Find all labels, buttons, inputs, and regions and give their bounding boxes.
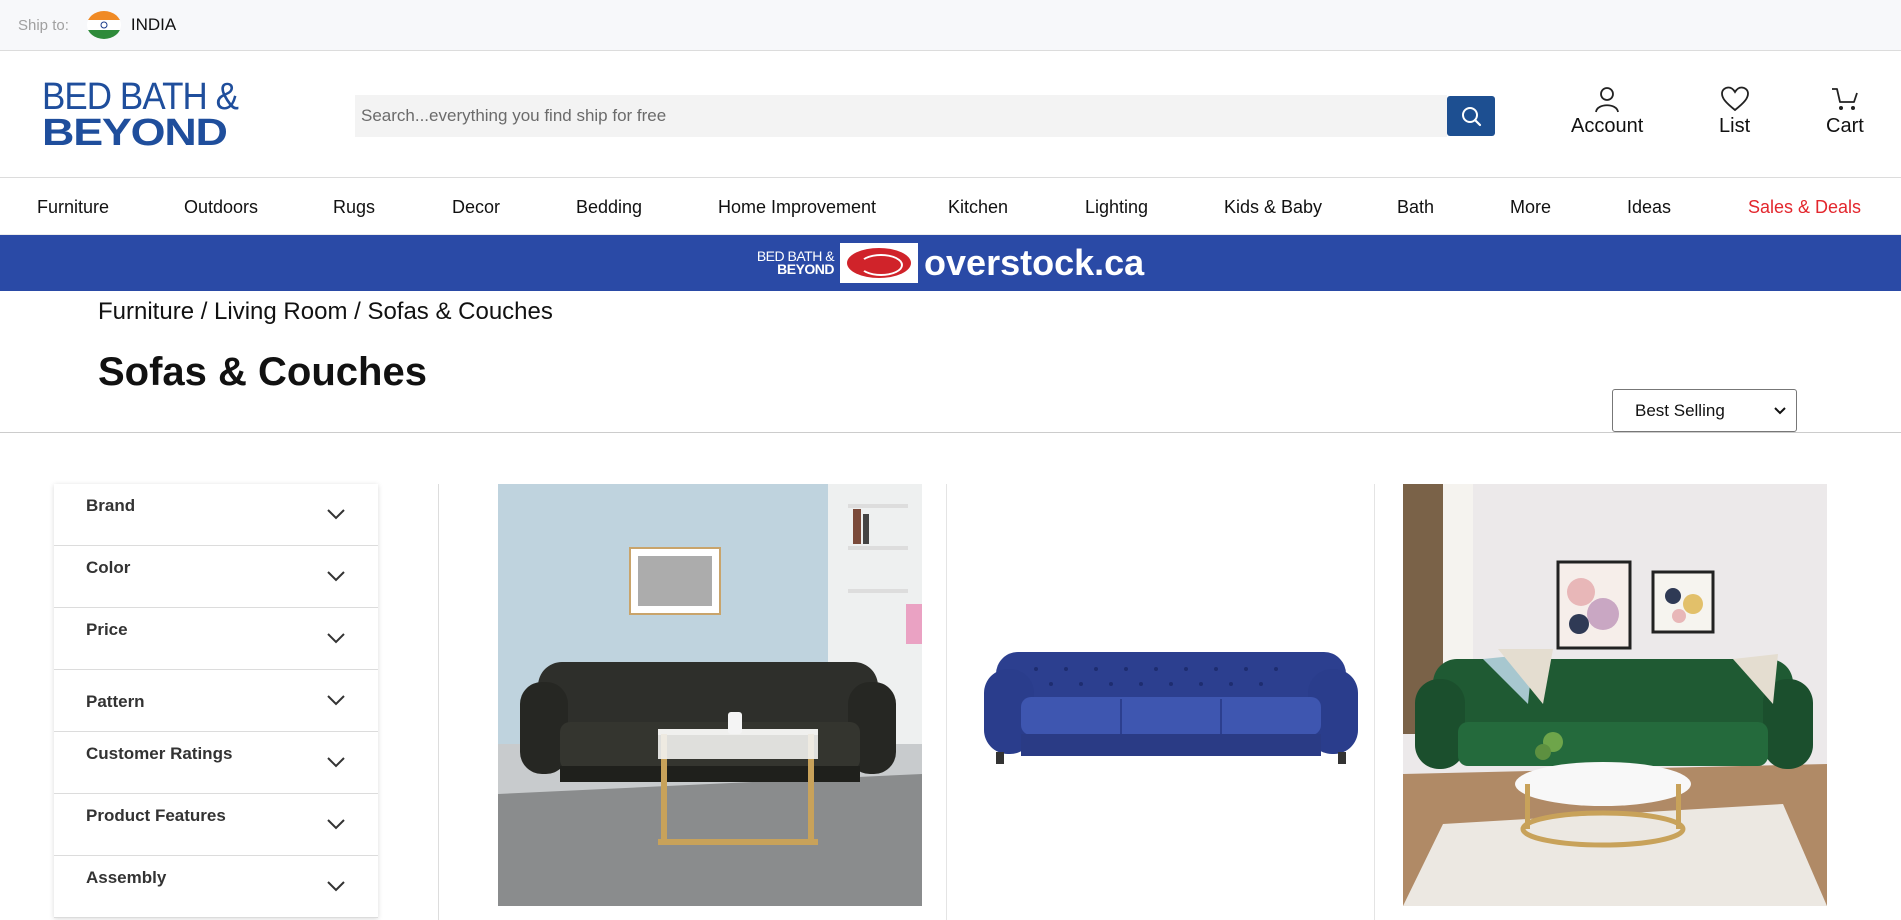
page-title: Sofas & Couches (98, 350, 427, 394)
product-card-image[interactable] (1403, 484, 1827, 906)
banner-bbb-line2: BEYOND (777, 261, 835, 277)
filter-product-features[interactable]: Product Features (54, 794, 378, 856)
india-flag-icon[interactable] (86, 11, 121, 39)
list-label: List (1719, 115, 1751, 137)
chevron-down-icon (1774, 406, 1786, 414)
green-sofa-image (1403, 484, 1827, 906)
cart-icon (1831, 88, 1858, 110)
cart-button[interactable]: Cart (1826, 85, 1864, 138)
header-divider (0, 432, 1901, 433)
product-card-image[interactable] (498, 484, 922, 906)
search-button[interactable] (1447, 96, 1495, 136)
chevron-down-icon (327, 819, 345, 830)
banner-site-name: overstock.ca (924, 242, 1145, 283)
filter-label: Price (86, 620, 128, 639)
nav-ideas[interactable]: Ideas (1627, 197, 1671, 218)
product-divider (1374, 484, 1375, 920)
filter-divider (438, 484, 439, 920)
filter-customer-ratings[interactable]: Customer Ratings (54, 732, 378, 794)
filter-brand[interactable]: Brand (54, 484, 378, 546)
search-icon (1462, 107, 1482, 127)
overstock-logo-icon (840, 243, 919, 283)
nav-kitchen[interactable]: Kitchen (948, 197, 1008, 218)
nav-outdoors[interactable]: Outdoors (184, 197, 258, 218)
nav-rugs[interactable]: Rugs (333, 197, 375, 218)
filter-panel: Brand Color Price Pattern Customer Ratin… (54, 484, 378, 918)
breadcrumb[interactable]: Furniture / Living Room / Sofas & Couche… (98, 298, 553, 326)
list-button[interactable]: List (1719, 85, 1750, 138)
site-header: BED BATH & BEYOND Account List Cart (0, 51, 1901, 178)
nav-bedding[interactable]: Bedding (576, 197, 642, 218)
category-nav: Furniture Outdoors Rugs Decor Bedding Ho… (0, 178, 1901, 235)
filter-color[interactable]: Color (54, 546, 378, 608)
nav-more[interactable]: More (1510, 197, 1551, 218)
sort-selected-value: Best Selling (1635, 400, 1725, 420)
ship-to-label: Ship to: (18, 16, 69, 34)
banner-bbb-logo: BED BATH & BEYOND (757, 249, 835, 277)
product-card-image[interactable] (966, 484, 1390, 906)
search-bar (355, 95, 1495, 137)
chevron-down-icon (327, 695, 345, 706)
filter-label: Product Features (86, 806, 226, 825)
ship-to-country[interactable]: INDIA (131, 15, 176, 35)
nav-furniture[interactable]: Furniture (37, 197, 109, 218)
logo-line2: BEYOND (42, 112, 228, 154)
bed-bath-beyond-logo[interactable]: BED BATH & BEYOND (42, 76, 274, 152)
ship-to-bar: Ship to: INDIA (0, 0, 1901, 51)
nav-kids-baby[interactable]: Kids & Baby (1224, 197, 1322, 218)
search-input[interactable] (355, 95, 1447, 137)
nav-lighting[interactable]: Lighting (1085, 197, 1148, 218)
filter-label: Customer Ratings (86, 744, 233, 763)
sort-select[interactable]: Best Selling (1612, 389, 1797, 432)
cart-label: Cart (1826, 115, 1864, 137)
filter-label: Color (86, 558, 131, 577)
overstock-banner[interactable]: BED BATH & BEYOND overstock.ca (0, 235, 1901, 291)
black-sofa-image (498, 484, 922, 906)
heart-icon (1720, 86, 1749, 112)
blue-sofa-image (966, 484, 1390, 906)
chevron-down-icon (327, 881, 345, 892)
nav-sales-deals[interactable]: Sales & Deals (1748, 197, 1861, 218)
chevron-down-icon (327, 509, 345, 520)
logo-line1: BED BATH & (42, 76, 239, 118)
filter-price[interactable]: Price (54, 608, 378, 670)
chevron-down-icon (327, 757, 345, 768)
filter-assembly[interactable]: Assembly (54, 856, 378, 918)
chevron-down-icon (327, 571, 345, 582)
filter-label: Pattern (86, 692, 145, 711)
nav-decor[interactable]: Decor (452, 197, 500, 218)
nav-home-improvement[interactable]: Home Improvement (718, 197, 876, 218)
filter-label: Brand (86, 496, 136, 515)
chevron-down-icon (327, 633, 345, 644)
account-button[interactable]: Account (1571, 85, 1643, 138)
account-icon (1595, 87, 1620, 113)
account-label: Account (1571, 115, 1644, 137)
filter-label: Assembly (86, 868, 167, 887)
filter-pattern[interactable]: Pattern (54, 670, 378, 732)
nav-bath[interactable]: Bath (1397, 197, 1434, 218)
product-divider (946, 484, 947, 920)
